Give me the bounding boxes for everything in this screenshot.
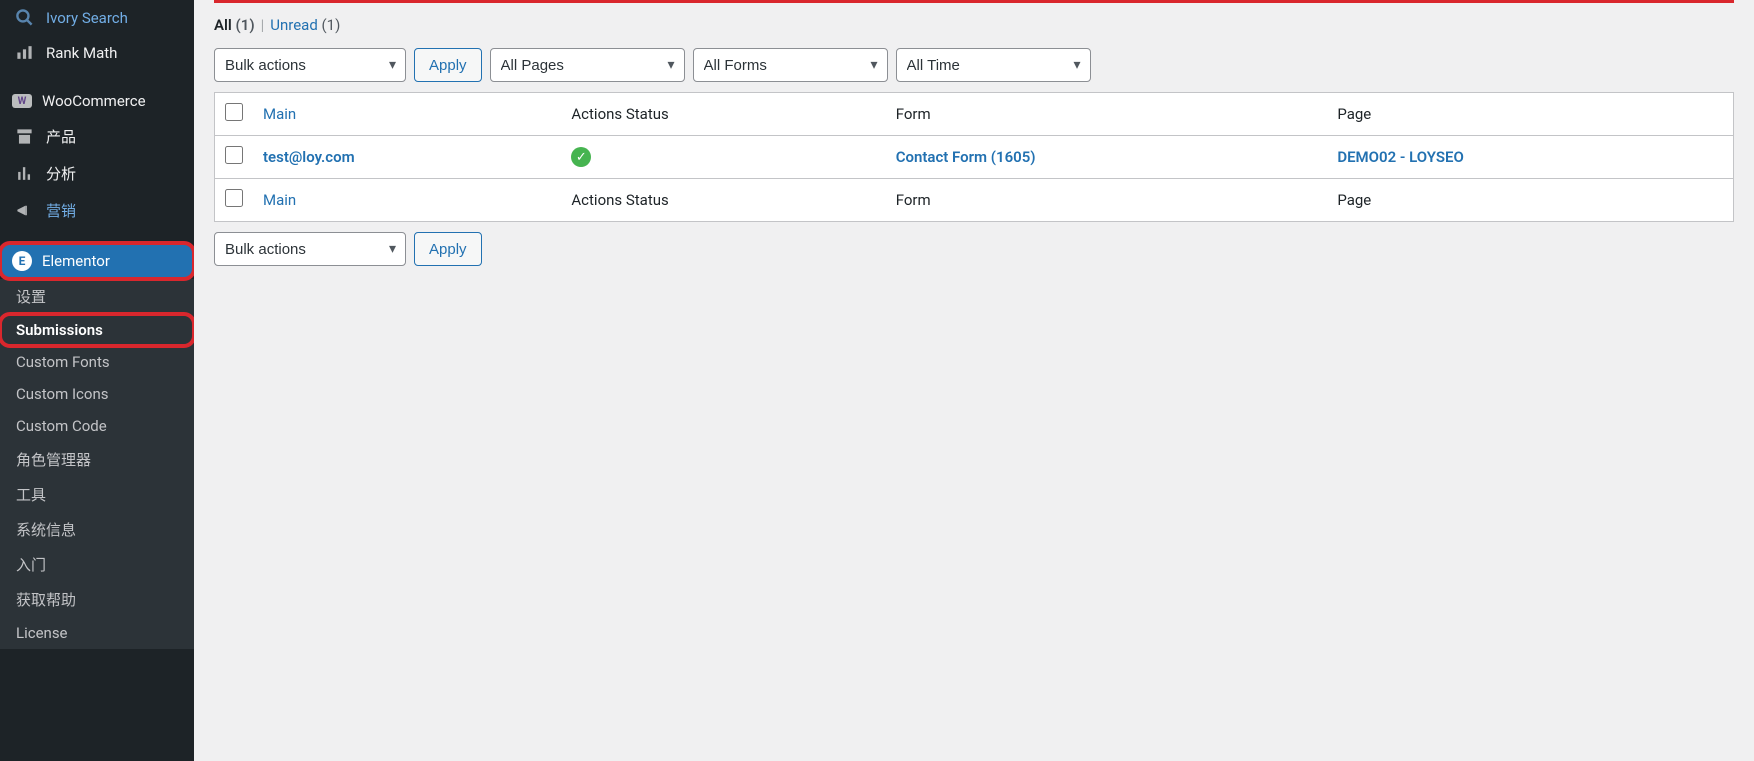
analytics-icon [12, 164, 36, 183]
sidebar-item-analytics[interactable]: 分析 [0, 155, 194, 192]
sidebar-item-label: Rank Math [46, 44, 117, 62]
megaphone-icon [12, 201, 36, 220]
sidebar-item-ivory-search[interactable]: Ivory Search [0, 0, 194, 35]
col-main-foot[interactable]: Main [263, 191, 296, 209]
sidebar-item-label: 分析 [46, 163, 76, 184]
select-all-bottom[interactable] [225, 189, 243, 207]
filter-unread-label: Unread [270, 16, 318, 34]
sidebar-item-label: Elementor [42, 252, 110, 270]
all-time-select[interactable]: All Time [896, 48, 1091, 82]
row-form-link[interactable]: Contact Form (1605) [896, 148, 1036, 166]
sidebar-item-woocommerce[interactable]: W WooCommerce [0, 84, 194, 118]
filter-unread[interactable]: Unread (1) [270, 16, 340, 34]
bulk-actions-select[interactable]: Bulk actions [214, 48, 406, 82]
submenu-getting-started[interactable]: 入门 [0, 547, 194, 582]
elementor-icon: E [12, 251, 32, 271]
sidebar-item-label: 产品 [46, 126, 76, 147]
woo-icon: W [12, 94, 32, 108]
submenu-custom-icons[interactable]: Custom Icons [0, 378, 194, 410]
col-actions-status: Actions Status [571, 105, 668, 123]
row-main-link[interactable]: test@loy.com [263, 148, 355, 166]
sidebar-item-label: Ivory Search [46, 9, 128, 27]
col-page-foot: Page [1337, 191, 1371, 209]
submissions-table: Main Actions Status Form Page test@loy.c… [214, 92, 1734, 222]
row-page-link[interactable]: DEMO02 - LOYSEO [1337, 148, 1464, 166]
submenu-submissions[interactable]: Submissions [0, 314, 194, 346]
filter-all[interactable]: All (1) [214, 16, 255, 34]
search-icon [12, 8, 36, 27]
status-filters: All (1) | Unread (1) [214, 16, 1734, 34]
sidebar-item-label: WooCommerce [42, 92, 146, 110]
filter-all-label: All [214, 16, 232, 34]
tablenav-top: Bulk actions Apply All Pages All Forms A… [214, 48, 1734, 82]
col-actions-status-foot: Actions Status [571, 191, 668, 209]
submenu-custom-code[interactable]: Custom Code [0, 410, 194, 442]
submenu-role-manager[interactable]: 角色管理器 [0, 442, 194, 477]
top-accent-bar [214, 0, 1734, 3]
submenu-license[interactable]: License [0, 617, 194, 649]
submenu-system-info[interactable]: 系统信息 [0, 512, 194, 547]
elementor-submenu: 设置 Submissions Custom Fonts Custom Icons… [0, 279, 194, 649]
table-row: test@loy.com ✓ Contact Form (1605) DEMO0… [215, 136, 1734, 179]
sidebar-item-rank-math[interactable]: Rank Math [0, 35, 194, 70]
all-forms-select[interactable]: All Forms [693, 48, 888, 82]
filter-all-count: (1) [236, 16, 255, 34]
select-all-top[interactable] [225, 103, 243, 121]
check-circle-icon: ✓ [571, 147, 591, 167]
col-main[interactable]: Main [263, 105, 296, 123]
submenu-custom-fonts[interactable]: Custom Fonts [0, 346, 194, 378]
submenu-settings[interactable]: 设置 [0, 279, 194, 314]
archive-icon [12, 127, 36, 146]
main-content: All (1) | Unread (1) Bulk actions Apply … [194, 0, 1754, 761]
col-form: Form [896, 105, 931, 123]
tablenav-bottom: Bulk actions Apply [214, 232, 1734, 266]
sidebar-item-products[interactable]: 产品 [0, 118, 194, 155]
submenu-tools[interactable]: 工具 [0, 477, 194, 512]
sidebar-item-label: 营销 [46, 200, 76, 221]
filter-separator: | [261, 16, 265, 34]
sidebar-item-marketing[interactable]: 营销 [0, 192, 194, 229]
apply-button-bottom[interactable]: Apply [414, 232, 482, 266]
chart-bar-icon [12, 43, 36, 62]
submenu-get-help[interactable]: 获取帮助 [0, 582, 194, 617]
row-select[interactable] [225, 146, 243, 164]
apply-button-top[interactable]: Apply [414, 48, 482, 82]
col-page: Page [1337, 105, 1371, 123]
filter-unread-count: (1) [322, 16, 341, 34]
sidebar-item-elementor[interactable]: E Elementor [0, 243, 194, 279]
admin-sidebar: Ivory Search Rank Math W WooCommerce 产品 … [0, 0, 194, 761]
col-form-foot: Form [896, 191, 931, 209]
all-pages-select[interactable]: All Pages [490, 48, 685, 82]
bulk-actions-select-bottom[interactable]: Bulk actions [214, 232, 406, 266]
